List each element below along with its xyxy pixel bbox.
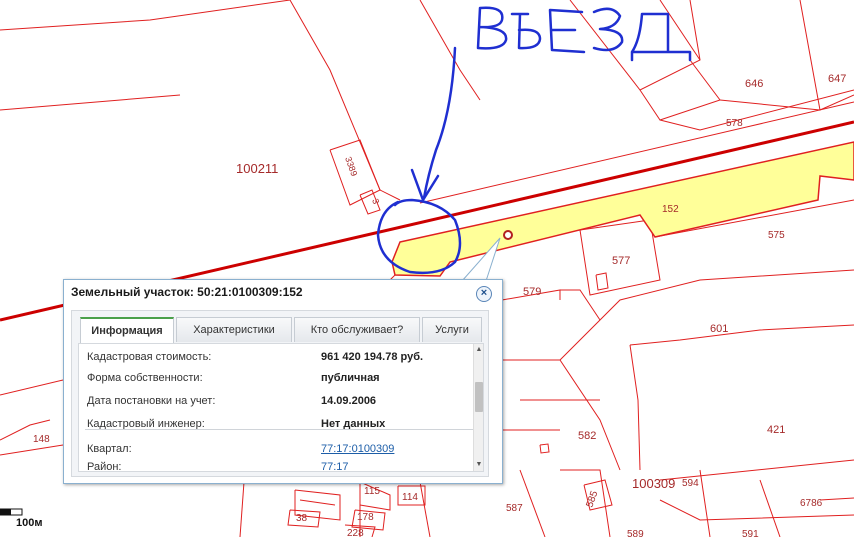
ownership-form-value: публичная [321,372,380,384]
info-row: Квартал: 77:17:0100309 [79,443,469,461]
parcel-label-228: 228 [347,528,364,537]
tab-who-serves[interactable]: Кто обслуживает? [294,317,420,342]
parcel-label-100309: 100309 [632,476,675,491]
info-row: Кадастровый инженер: Нет данных [79,418,469,436]
registration-date-label: Дата постановки на учет: [87,395,216,407]
info-row: Форма собственности: публичная [79,372,469,390]
parcel-label-587: 587 [506,503,523,514]
cadastral-value-label: Кадастровая стоимость: [87,351,212,363]
parcel-label-582: 582 [578,430,596,442]
parcel-label-585: 585 [584,489,600,509]
district-label: Район: [87,461,122,472]
quarter-link[interactable]: 77:17:0100309 [321,443,394,455]
scale-label: 100м [16,517,43,529]
parcel-label-3389: 3389 [343,155,359,177]
tab-panel: Информация Характеристики Кто обслуживае… [71,310,489,477]
parcel-label-148: 148 [33,434,50,445]
parcel-label-579: 579 [523,286,541,298]
parcel-label-578: 578 [726,118,743,129]
parcel-label-100211: 100211 [236,161,278,176]
info-row: Район: 77:17 [79,461,469,472]
tab-info[interactable]: Информация [80,317,174,343]
parcel-label-178: 178 [357,512,374,523]
parcel-label-152: 152 [662,204,679,215]
parcel-label-577: 577 [612,255,630,267]
parcel-label-594: 594 [682,478,699,489]
district-link[interactable]: 77:17 [321,461,349,471]
info-content: Кадастровая стоимость: 961 420 194.78 ру… [78,343,484,472]
parcel-label-6786: 6786 [800,498,823,509]
parcel-label-421: 421 [767,424,785,436]
scroll-up-arrow-icon[interactable]: ▲ [474,344,483,356]
registration-date-value: 14.09.2006 [321,395,377,407]
tab-characteristics[interactable]: Характеристики [176,317,292,342]
ownership-form-label: Форма собственности: [87,372,203,384]
divider [85,429,473,430]
info-row: Дата постановки на учет: 14.09.2006 [79,395,469,413]
parcel-label-589: 589 [627,529,644,537]
scale-bar [0,508,23,516]
parcel-label-647: 647 [828,73,846,85]
scroll-down-arrow-icon[interactable]: ▼ [474,459,483,471]
parcel-label-3: 3 [370,197,381,205]
close-icon[interactable]: × [476,286,492,302]
parcel-label-591: 591 [742,529,759,537]
parcel-label-114: 114 [402,492,418,503]
scroll-thumb[interactable] [475,382,483,412]
tab-services[interactable]: Услуги [422,317,482,342]
parcel-label-38: 38 [296,513,308,524]
parcel-label-646: 646 [745,78,763,90]
parcel-info-popup: Земельный участок: 50:21:0100309:152 × И… [63,279,503,484]
parcel-label-115: 115 [364,486,380,497]
scrollbar[interactable]: ▲ ▼ [473,344,483,471]
cadastral-value: 961 420 194.78 руб. [321,351,424,363]
parcel-label-575: 575 [768,230,785,241]
entrance-text [476,6,692,62]
arrow-line [422,46,457,200]
location-marker-icon[interactable] [503,230,513,240]
popup-title: Земельный участок: 50:21:0100309:152 [71,285,303,299]
parcel-label-601: 601 [710,323,728,335]
info-row: Кадастровая стоимость: 961 420 194.78 ру… [79,351,469,369]
quarter-label: Квартал: [87,443,132,455]
arrow-head-icon [410,168,440,202]
